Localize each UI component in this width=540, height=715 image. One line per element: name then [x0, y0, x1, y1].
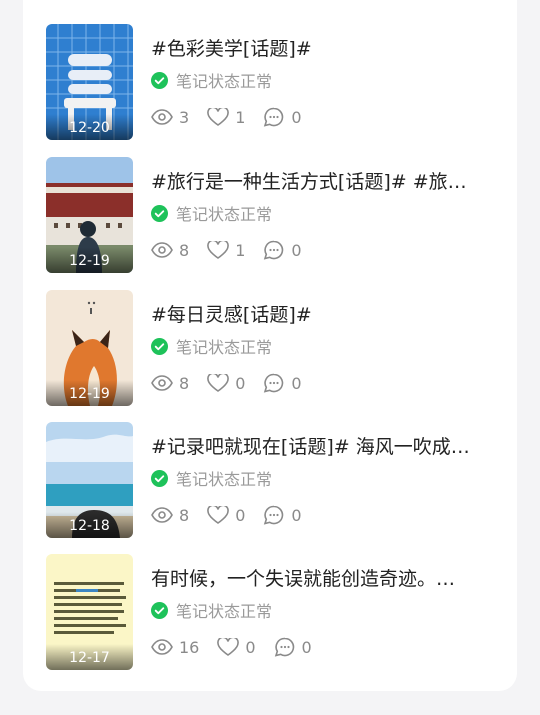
note-status: 笔记状态正常 — [151, 600, 273, 621]
eye-icon — [151, 507, 173, 523]
like-count: 0 — [235, 373, 246, 393]
note-status: 笔记状态正常 — [151, 468, 273, 489]
list-item[interactable]: 12-20 #色彩美学[话题]# 笔记状态正常 3 1 0 — [46, 24, 486, 140]
like-count: 0 — [245, 637, 256, 657]
view-count: 3 — [179, 107, 190, 127]
comment-icon — [264, 373, 284, 393]
heart-icon — [207, 374, 229, 392]
note-thumbnail-fox[interactable]: 12-19 — [46, 290, 133, 406]
heart-icon — [207, 108, 229, 126]
status-label: 笔记状态正常 — [176, 602, 273, 621]
note-date: 12-17 — [46, 644, 133, 670]
note-status: 笔记状态正常 — [151, 336, 273, 357]
status-label: 笔记状态正常 — [176, 205, 273, 224]
view-count: 8 — [179, 373, 190, 393]
like-count: 1 — [235, 107, 246, 127]
comment-icon — [264, 240, 284, 260]
note-thumbnail-palace[interactable]: 12-19 — [46, 157, 133, 273]
check-circle-icon — [151, 204, 168, 222]
comment-count: 0 — [291, 505, 302, 525]
comment-icon — [264, 107, 284, 127]
note-thumbnail-chair[interactable]: 12-20 — [46, 24, 133, 140]
note-thumbnail-sea[interactable]: 12-18 — [46, 422, 133, 538]
note-status: 笔记状态正常 — [151, 203, 273, 224]
eye-icon — [151, 639, 173, 655]
note-stats: 8 0 0 — [151, 504, 320, 526]
note-thumbnail-text-poster[interactable]: 12-17 — [46, 554, 133, 670]
comment-count: 0 — [291, 107, 302, 127]
check-circle-icon — [151, 71, 168, 89]
status-label: 笔记状态正常 — [176, 72, 273, 91]
list-item[interactable]: 12-18 #记录吧就现在[话题]# 海风一吹成… 笔记状态正常 8 0 0 — [46, 422, 486, 538]
note-stats: 3 1 0 — [151, 106, 320, 128]
view-count: 16 — [179, 637, 200, 657]
view-count: 8 — [179, 240, 190, 260]
heart-icon — [207, 241, 229, 259]
note-date: 12-18 — [46, 512, 133, 538]
list-item[interactable]: 12-19 #旅行是一种生活方式[话题]# #旅… 笔记状态正常 8 1 0 — [46, 157, 486, 273]
note-title[interactable]: #旅行是一种生活方式[话题]# #旅… — [151, 167, 481, 194]
list-item[interactable]: 12-19 #每日灵感[话题]# 笔记状态正常 8 0 0 — [46, 290, 486, 406]
check-circle-icon — [151, 469, 168, 487]
heart-icon — [207, 506, 229, 524]
note-date: 12-19 — [46, 380, 133, 406]
comment-icon — [274, 637, 294, 657]
note-title[interactable]: 有时候，一个失误就能创造奇迹。… — [151, 564, 481, 591]
note-stats: 16 0 0 — [151, 636, 330, 658]
note-status: 笔记状态正常 — [151, 70, 273, 91]
note-stats: 8 0 0 — [151, 372, 320, 394]
heart-icon — [217, 638, 240, 656]
eye-icon — [151, 109, 173, 125]
note-date: 12-20 — [46, 114, 133, 140]
status-label: 笔记状态正常 — [176, 338, 273, 357]
list-item[interactable]: 12-17 有时候，一个失误就能创造奇迹。… 笔记状态正常 16 0 0 — [46, 554, 486, 670]
status-label: 笔记状态正常 — [176, 470, 273, 489]
like-count: 1 — [235, 240, 246, 260]
comment-icon — [264, 505, 284, 525]
comment-count: 0 — [291, 373, 302, 393]
eye-icon — [151, 242, 173, 258]
comment-count: 0 — [301, 637, 312, 657]
view-count: 8 — [179, 505, 190, 525]
check-circle-icon — [151, 601, 168, 619]
note-date: 12-19 — [46, 247, 133, 273]
note-stats: 8 1 0 — [151, 239, 320, 261]
note-title[interactable]: #每日灵感[话题]# — [151, 300, 481, 327]
note-title[interactable]: #记录吧就现在[话题]# 海风一吹成… — [151, 432, 481, 459]
eye-icon — [151, 375, 173, 391]
comment-count: 0 — [291, 240, 302, 260]
like-count: 0 — [235, 505, 246, 525]
check-circle-icon — [151, 337, 168, 355]
note-title[interactable]: #色彩美学[话题]# — [151, 34, 481, 61]
